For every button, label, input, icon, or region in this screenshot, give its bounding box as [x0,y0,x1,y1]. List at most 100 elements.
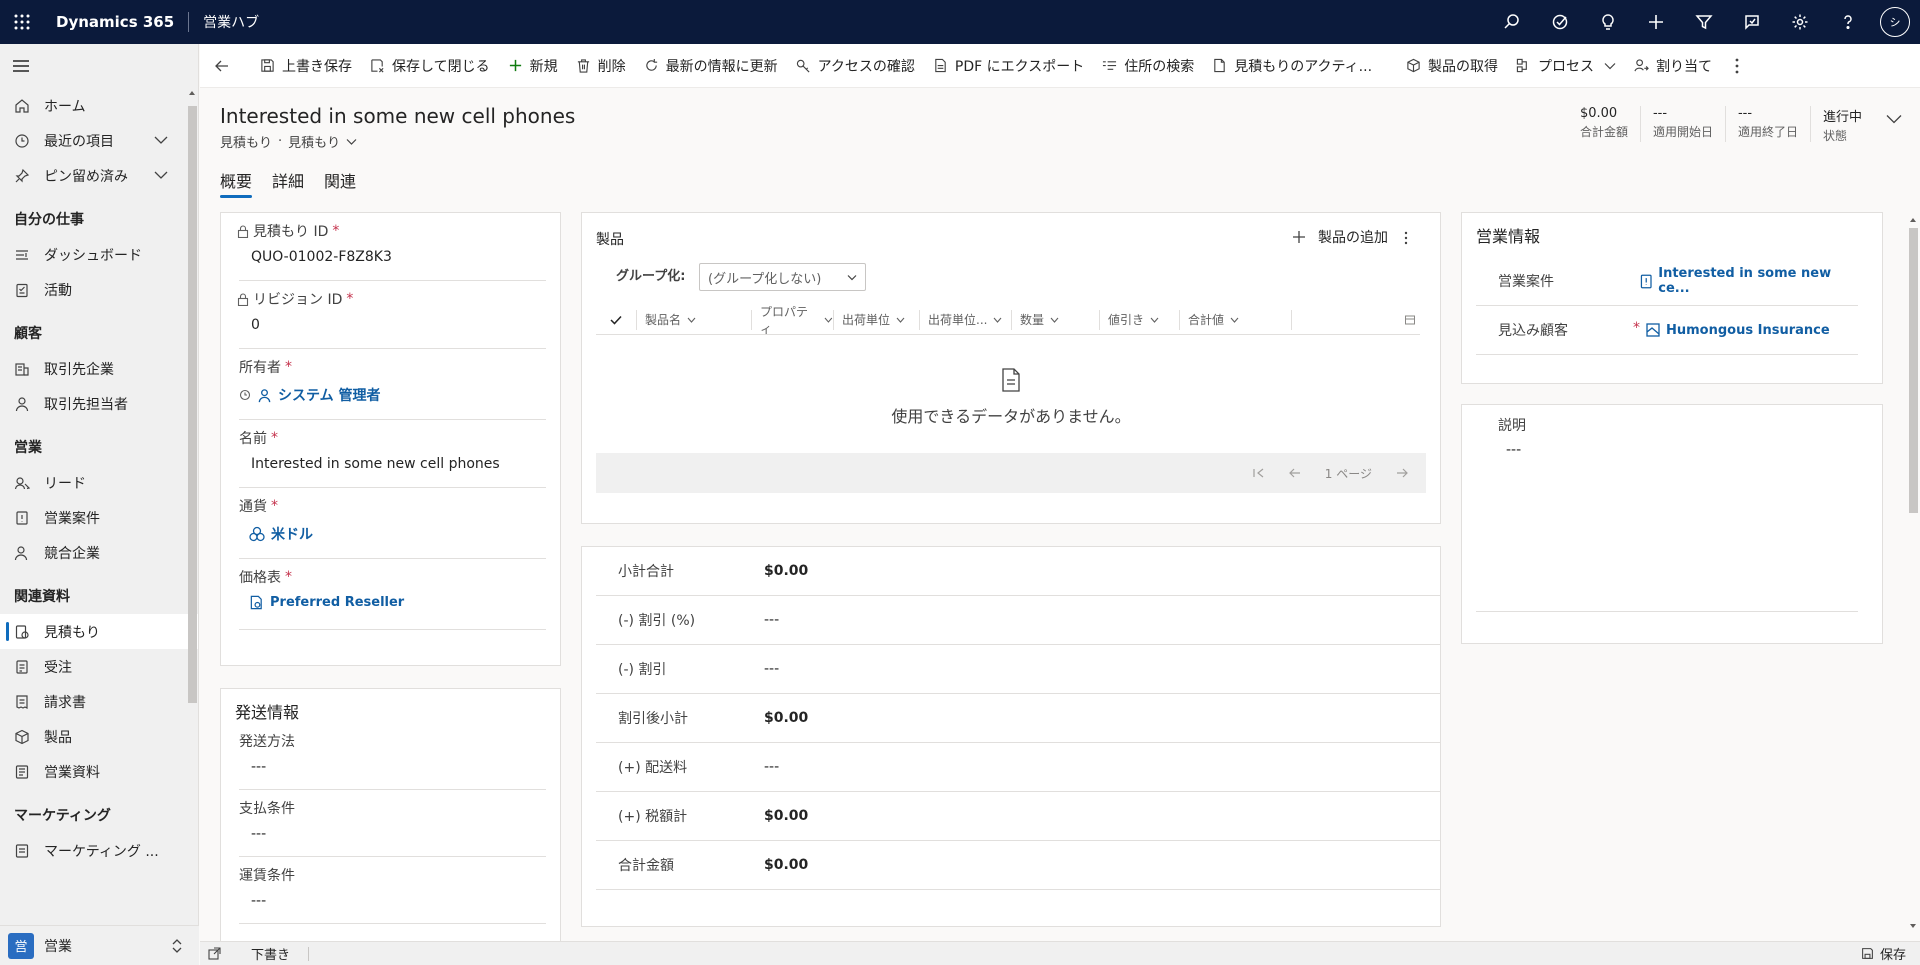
add-product-button[interactable]: 製品の追加 [1292,227,1388,247]
nav-item-contacts[interactable]: 取引先担当者 [0,386,198,421]
save-and-close-button[interactable]: 保存して閉じる [361,44,499,88]
more-options-icon[interactable] [1404,231,1408,245]
app-area-name[interactable]: 営業ハブ [203,12,259,32]
delete-button[interactable]: 削除 [567,44,635,88]
nav-item-dashboard[interactable]: ダッシュボード [0,237,198,272]
refresh-button[interactable]: 最新の情報に更新 [635,44,787,88]
chevron-down-icon[interactable] [154,170,168,180]
save-button[interactable]: 上書き保存 [251,44,361,88]
select-all-checkbox[interactable] [596,315,636,325]
nav-item-pinned[interactable]: ピン留め済み [0,158,198,193]
back-button[interactable] [200,44,251,88]
total-value[interactable]: --- [764,661,779,677]
total-row-freight: (+) 配送料 --- [596,743,1440,792]
name-input[interactable]: Interested in some new cell phones [239,448,546,482]
plus-icon[interactable] [1632,0,1680,44]
lightbulb-icon[interactable] [1584,0,1632,44]
gear-icon[interactable] [1776,0,1824,44]
header-fields: $0.00 合計金額 --- 適用開始日 --- 適用終了日 進行中 状態 [1568,106,1902,143]
nav-item-competitors[interactable]: 競合企業 [0,535,198,570]
group-by-select[interactable]: (グループ化しない) [699,263,866,291]
chevron-down-icon[interactable] [346,138,357,146]
get-products-button[interactable]: 製品の取得 [1397,44,1507,88]
nav-item-orders[interactable]: 受注 [0,649,198,684]
previous-page-icon[interactable] [1288,468,1301,478]
column-settings-icon[interactable] [1404,314,1416,326]
column-header-amount[interactable]: 合計値 [1180,309,1292,330]
scroll-down-icon[interactable] [1908,922,1918,930]
save-close-icon [371,59,384,73]
main-scroll-thumb[interactable] [1909,228,1918,513]
tasks-icon[interactable] [1536,0,1584,44]
shipping-method-value[interactable]: --- [239,751,546,785]
nav-item-recent[interactable]: 最近の項目 [0,123,198,158]
column-header-quantity[interactable]: 数量 [1012,309,1100,330]
tab-details[interactable]: 詳細 [272,168,304,198]
hamburger-icon[interactable] [0,44,198,88]
tab-summary[interactable]: 概要 [220,168,253,198]
search-icon[interactable] [1488,0,1536,44]
total-row-subtotal: 小計合計 $0.00 [596,547,1440,596]
nav-item-activities[interactable]: 活動 [0,272,198,307]
column-header-product-name[interactable]: 製品名 [636,309,752,330]
help-icon[interactable] [1824,0,1872,44]
more-commands-icon[interactable] [1721,44,1760,88]
quote-activities-button[interactable]: 見積もりのアクティ... [1203,44,1381,88]
column-header-unit-2[interactable]: 出荷単位... [920,309,1012,330]
next-page-icon[interactable] [1396,468,1408,478]
header-label: 状態 [1822,129,1847,143]
nav-item-quotes[interactable]: 見積もり [0,614,198,649]
assistant-icon[interactable] [1728,0,1776,44]
filter-icon[interactable] [1680,0,1728,44]
user-avatar[interactable]: シ [1880,7,1910,37]
currency-lookup[interactable]: 米ドル [239,516,546,554]
area-switcher[interactable]: 営 営業 [0,925,199,965]
nav-item-leads[interactable]: リード [0,465,198,500]
account-icon [15,362,29,376]
main-scrollbar[interactable] [1906,210,1920,935]
products-title: 製品 [596,232,624,248]
description-input[interactable]: --- [1506,442,1521,458]
first-page-icon[interactable] [1253,468,1265,478]
app-launcher-icon[interactable] [0,0,44,44]
total-value[interactable]: --- [764,612,779,628]
nav-item-accounts[interactable]: 取引先企業 [0,351,198,386]
export-pdf-button[interactable]: PDF にエクスポート [924,44,1093,88]
column-header-unit[interactable]: 出荷単位 [834,309,920,330]
sidebar-scroll-thumb[interactable] [188,106,197,703]
assign-button[interactable]: 割り当て [1625,44,1721,88]
opportunity-lookup[interactable]: Interested in some new ce... [1640,266,1858,296]
scroll-up-icon[interactable] [186,88,198,98]
freight-terms-value[interactable]: --- [239,885,546,919]
total-value: $0.00 [764,710,809,726]
nav-item-home[interactable]: ホーム [0,88,198,123]
total-value[interactable]: --- [764,759,779,775]
prospect-lookup[interactable]: Humongous Insurance [1646,323,1830,338]
owner-lookup[interactable]: システム 管理者 [239,377,546,415]
price-list-lookup[interactable]: Preferred Reseller [239,587,546,620]
title-divider [188,12,190,32]
column-header-discount[interactable]: 値引き [1100,309,1180,330]
lookup-address-button[interactable]: 住所の検索 [1093,44,1203,88]
tab-related[interactable]: 関連 [324,168,356,198]
app-title[interactable]: Dynamics 365 [56,13,174,31]
scroll-up-icon[interactable] [1908,216,1918,224]
check-access-button[interactable]: アクセスの確認 [787,44,924,88]
new-button[interactable]: 新規 [499,44,567,88]
payment-terms-value[interactable]: --- [239,818,546,852]
chevron-down-icon[interactable] [154,135,168,145]
total-value: $0.00 [764,563,809,579]
open-in-window-icon[interactable] [208,947,221,960]
nav-item-products[interactable]: 製品 [0,719,198,754]
form-selector[interactable]: 見積もり [288,132,340,151]
prospect-label: 見込み顧客 [1498,323,1568,339]
nav-item-marketing-lists[interactable]: マーケティング ... [0,833,198,868]
column-header-properties[interactable]: プロパティ [752,305,834,336]
sidebar-scrollbar[interactable] [186,88,198,918]
nav-item-invoices[interactable]: 請求書 [0,684,198,719]
status-save-button[interactable]: 保存 [1861,944,1906,963]
header-expand-chevron-icon[interactable] [1886,114,1902,124]
process-button[interactable]: プロセス [1507,44,1625,88]
nav-item-opportunities[interactable]: 営業案件 [0,500,198,535]
nav-item-sales-literature[interactable]: 営業資料 [0,754,198,789]
